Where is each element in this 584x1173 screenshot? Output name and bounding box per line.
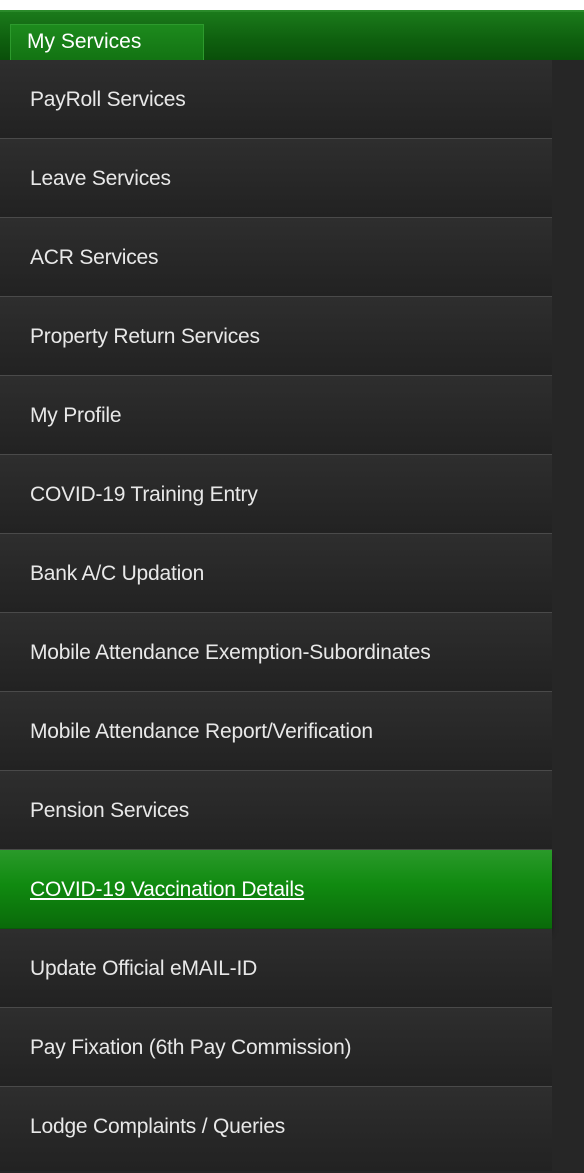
menu-item-my-profile[interactable]: My Profile xyxy=(0,376,552,455)
menu-item-label[interactable]: COVID-19 Vaccination Details xyxy=(30,850,304,929)
menu-item-pay-fixation[interactable]: Pay Fixation (6th Pay Commission) xyxy=(0,1008,552,1087)
menu-item-label[interactable]: Pay Fixation (6th Pay Commission) xyxy=(30,1008,352,1087)
menu-item-covid-training-entry[interactable]: COVID-19 Training Entry xyxy=(0,455,552,534)
menu-item-label[interactable]: Leave Services xyxy=(30,139,171,218)
menu-item-lodge-complaints[interactable]: Lodge Complaints / Queries xyxy=(0,1087,552,1171)
menu-header-bar: My Services xyxy=(0,10,584,62)
tab-my-services[interactable]: My Services xyxy=(10,24,204,62)
menu-item-label[interactable]: ACR Services xyxy=(30,218,158,297)
menu-item-mobile-attendance-report[interactable]: Mobile Attendance Report/Verification xyxy=(0,692,552,771)
menu-item-payroll-services[interactable]: PayRoll Services xyxy=(0,60,552,139)
menu-item-label[interactable]: Update Official eMAIL-ID xyxy=(30,929,257,1008)
menu-item-label[interactable]: Mobile Attendance Exemption-Subordinates xyxy=(30,613,431,692)
menu-item-bank-ac-updation[interactable]: Bank A/C Updation xyxy=(0,534,552,613)
menu-item-property-return-services[interactable]: Property Return Services xyxy=(0,297,552,376)
menu-item-label[interactable]: Pension Services xyxy=(30,771,189,850)
menu-item-update-official-email[interactable]: Update Official eMAIL-ID xyxy=(0,929,552,1008)
menu-item-label[interactable]: COVID-19 Training Entry xyxy=(30,455,258,534)
menu-item-acr-services[interactable]: ACR Services xyxy=(0,218,552,297)
menu-item-label[interactable]: Lodge Complaints / Queries xyxy=(30,1087,285,1166)
menu-item-label[interactable]: PayRoll Services xyxy=(30,60,186,139)
menu-item-mobile-attendance-exemption[interactable]: Mobile Attendance Exemption-Subordinates xyxy=(0,613,552,692)
menu-item-leave-services[interactable]: Leave Services xyxy=(0,139,552,218)
menu-item-covid-vaccination-details[interactable]: COVID-19 Vaccination Details xyxy=(0,850,552,929)
menu-item-pension-services[interactable]: Pension Services xyxy=(0,771,552,850)
menu-item-label[interactable]: My Profile xyxy=(30,376,122,455)
menu-item-label[interactable]: Property Return Services xyxy=(30,297,260,376)
services-menu-list: PayRoll Services Leave Services ACR Serv… xyxy=(0,60,584,1171)
services-menu-panel: My Services PayRoll Services Leave Servi… xyxy=(0,10,584,1173)
menu-item-label[interactable]: Bank A/C Updation xyxy=(30,534,204,613)
menu-item-label[interactable]: Mobile Attendance Report/Verification xyxy=(30,692,373,771)
